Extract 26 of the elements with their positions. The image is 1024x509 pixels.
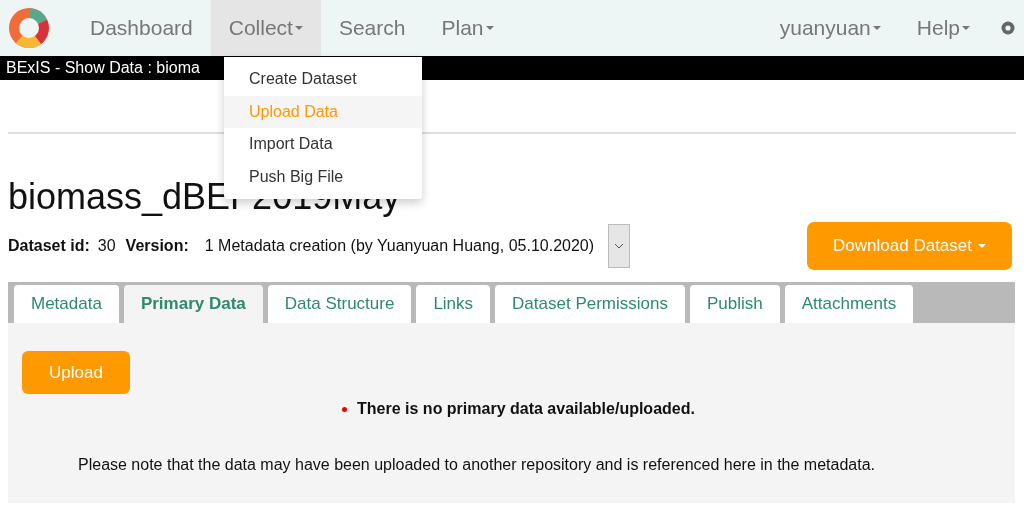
tab[interactable]: Primary Data (123, 285, 263, 323)
nav-item[interactable]: Plan (423, 0, 512, 56)
tab[interactable]: Attachments (784, 285, 914, 323)
nav-item[interactable]: Dashboard (72, 0, 211, 56)
logo-icon[interactable] (8, 7, 50, 49)
status-message: There is no primary data available/uploaded. (357, 400, 695, 418)
nav-item[interactable]: Help (898, 0, 988, 56)
id-label: Dataset id: (8, 237, 90, 255)
tab[interactable]: Metadata (14, 285, 119, 323)
tab[interactable]: Data Structure (267, 285, 412, 323)
version-value: 1 Metadata creation (by Yuanyuan Huang, 05.10.2020) (204, 237, 595, 255)
menu-item[interactable]: Create Dataset (224, 63, 422, 96)
nav-item[interactable]: Collect (210, 0, 321, 56)
note-text: Please note that the data may have been uploaded to another repository and is referenced here in the metadata. (78, 456, 876, 474)
tab[interactable]: Links (416, 285, 491, 323)
nav-item[interactable]: Search (320, 0, 424, 56)
tab[interactable]: Publish (689, 285, 780, 323)
version-label: Version: (125, 237, 189, 255)
download-button[interactable]: Download Dataset (807, 222, 1012, 270)
nav-item[interactable]: yuanyuan (761, 0, 899, 56)
tab[interactable]: Dataset Permissions (495, 285, 685, 323)
menu-item[interactable]: Import Data (224, 128, 422, 161)
id-value: 30 (97, 237, 116, 255)
upload-button[interactable]: Upload (22, 351, 130, 394)
chevron-icon (614, 243, 625, 249)
bullet-icon (342, 406, 348, 412)
